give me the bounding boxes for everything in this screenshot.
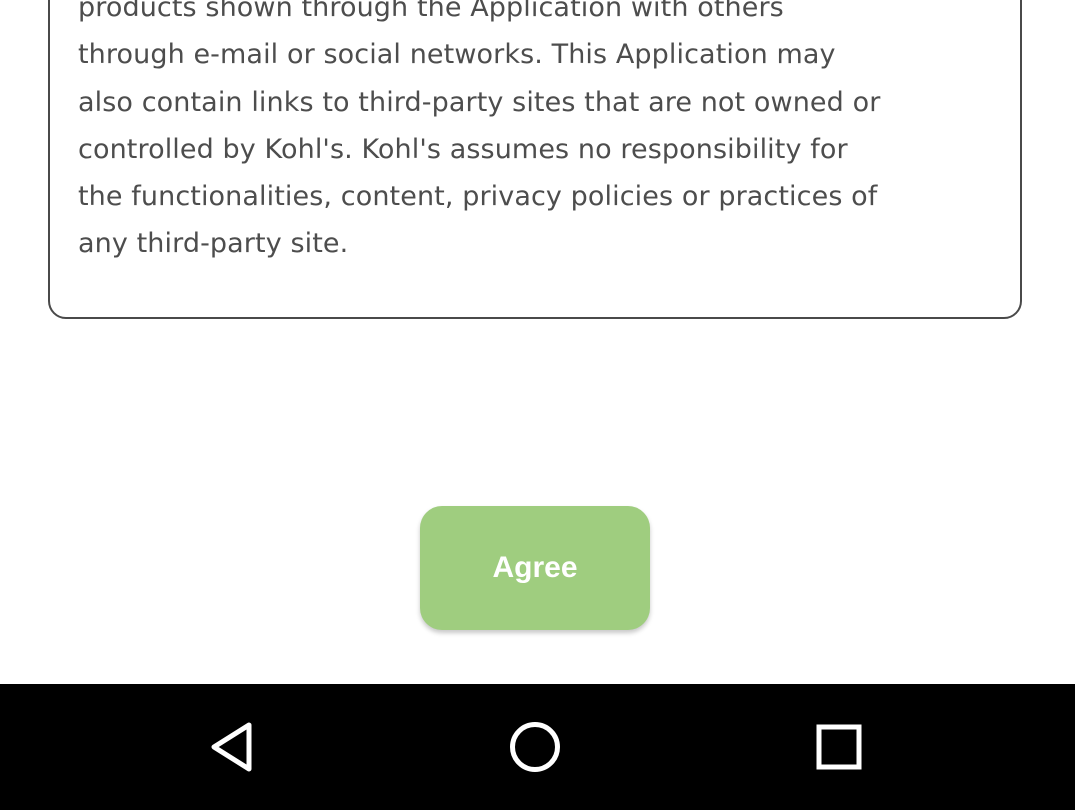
home-circle-icon xyxy=(510,722,560,772)
back-button[interactable] xyxy=(152,684,312,810)
recents-square-icon xyxy=(816,724,862,770)
terms-line: through e-mail or social networks. This … xyxy=(78,39,836,71)
terms-line: also contain links to third-party sites … xyxy=(78,86,881,118)
terms-screen: products shown through the Application w… xyxy=(0,0,1075,810)
terms-text: products shown through the Application w… xyxy=(78,0,998,268)
terms-line: any third-party site. xyxy=(78,228,349,260)
system-navigation-bar xyxy=(0,684,1075,810)
terms-line: the functionalities, content, privacy po… xyxy=(78,181,878,213)
recents-button[interactable] xyxy=(759,684,919,810)
home-button[interactable] xyxy=(455,684,615,810)
terms-line: products shown through the Application w… xyxy=(78,0,784,23)
terms-line: controlled by Kohl's. Kohl's assumes no … xyxy=(78,133,848,165)
agree-button[interactable]: Agree xyxy=(420,506,650,630)
terms-text-box[interactable]: products shown through the Application w… xyxy=(48,0,1022,319)
back-triangle-icon xyxy=(211,722,252,772)
